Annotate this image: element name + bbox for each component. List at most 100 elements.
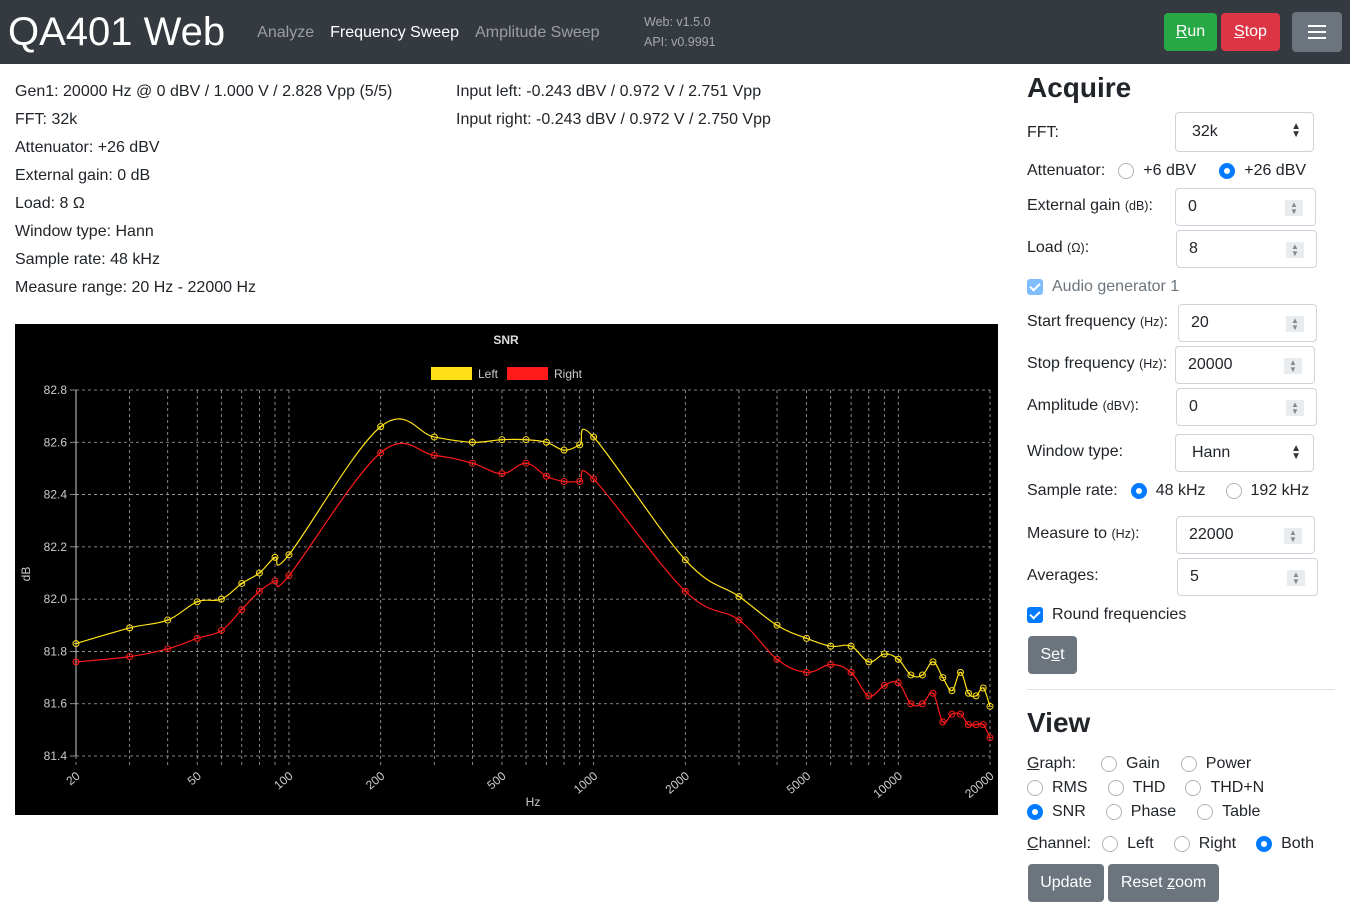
load-input[interactable]: 8 ▲ ▼ xyxy=(1176,230,1317,268)
channel-option-right[interactable]: Right xyxy=(1173,835,1237,853)
channel-left-radio[interactable] xyxy=(1102,836,1119,852)
attenuator-6-label: +6 dBV xyxy=(1143,162,1197,179)
nav-frequency-sweep[interactable]: Frequency Sweep xyxy=(322,24,467,42)
series-line-right xyxy=(75,442,991,738)
graph-snr-radio[interactable] xyxy=(1027,804,1043,820)
fft-status: FFT: 32k xyxy=(15,111,78,128)
y-tick-label: 81.6 xyxy=(44,697,68,711)
graph-power-radio[interactable] xyxy=(1180,756,1197,772)
channel-both-radio[interactable] xyxy=(1256,836,1273,852)
channel-option-both[interactable]: Both xyxy=(1256,835,1314,853)
navbar: QA401 Web Analyze Frequency Sweep Amplit… xyxy=(0,0,1350,64)
run-button[interactable]: Run xyxy=(1164,13,1217,51)
attenuator-26-option[interactable]: +26 dBV xyxy=(1219,162,1306,180)
round-frequencies-checkbox[interactable] xyxy=(1027,607,1043,623)
averages-input[interactable]: 5 ▲ ▼ xyxy=(1177,558,1318,596)
chart-svg[interactable]: SNR Left Right 82.8 82.6 82.4 82.2 82.0 81.8 81.6… xyxy=(15,324,998,815)
external-gain-input[interactable]: 0 ▲ ▼ xyxy=(1175,188,1316,226)
graph-gain-radio[interactable] xyxy=(1101,756,1117,772)
sample-rate-48-option[interactable]: 48 kHz xyxy=(1130,482,1206,500)
measure-to-input[interactable]: 22000 ▲ ▼ xyxy=(1176,516,1315,554)
graph-option-rms[interactable]: RMS xyxy=(1027,779,1088,797)
y-tick-label: 81.8 xyxy=(44,644,68,658)
graph-table-radio[interactable] xyxy=(1197,804,1214,820)
graph-phase-radio[interactable] xyxy=(1105,804,1122,820)
external-gain-status: External gain: 0 dB xyxy=(15,167,151,184)
audio-generator-option[interactable]: Audio generator 1 xyxy=(1027,278,1179,296)
graph-option-phase[interactable]: Phase xyxy=(1105,803,1177,821)
attenuator-26-radio[interactable] xyxy=(1219,163,1236,179)
stop-button[interactable]: Stop xyxy=(1221,13,1280,51)
nav-amplitude-sweep[interactable]: Amplitude Sweep xyxy=(467,24,608,42)
app-brand[interactable]: QA401 Web xyxy=(8,10,225,55)
start-frequency-input[interactable]: 20 ▲ ▼ xyxy=(1178,304,1317,342)
x-tick-label: 100 xyxy=(271,769,296,793)
sample-rate-status: Sample rate: 48 kHz xyxy=(15,251,160,268)
fft-label: FFT: xyxy=(1027,124,1059,141)
run-label: un xyxy=(1187,23,1206,40)
spinner-icon[interactable]: ▲ ▼ xyxy=(1286,242,1304,258)
stop-label: top xyxy=(1244,23,1267,40)
channel-option-left[interactable]: Left xyxy=(1102,835,1154,853)
x-tick-label: 50 xyxy=(185,769,204,789)
load-value: 8 xyxy=(1189,240,1198,257)
sample-rate-label: Sample rate: xyxy=(1027,482,1118,499)
sample-rate-192-option[interactable]: 192 kHz xyxy=(1225,482,1309,500)
round-frequencies-option[interactable]: Round frequencies xyxy=(1027,606,1186,624)
update-button[interactable]: Update xyxy=(1028,864,1104,902)
graph-option-table[interactable]: Table xyxy=(1197,803,1260,821)
graph-option-snr[interactable]: SNR xyxy=(1027,803,1086,821)
version-info: Web: v1.5.0 API: v0.9991 xyxy=(644,12,716,52)
spinner-icon[interactable]: ▲ ▼ xyxy=(1287,570,1305,586)
acquire-title: Acquire xyxy=(1027,72,1132,103)
channel-both-label: Both xyxy=(1281,835,1315,852)
y-tick-label: 81.4 xyxy=(44,749,68,763)
window-type-select[interactable]: Hann ▲ ▼ xyxy=(1175,434,1314,472)
averages-value: 5 xyxy=(1190,568,1199,585)
spinner-icon[interactable]: ▲ ▼ xyxy=(1286,316,1304,332)
api-version: API: v0.9991 xyxy=(644,35,716,49)
spinner-icon[interactable]: ▲ ▼ xyxy=(1284,528,1302,544)
attenuator-6-radio[interactable] xyxy=(1118,163,1135,179)
graph-option-gain[interactable]: Gain xyxy=(1101,755,1160,773)
channel-left-label: Left xyxy=(1127,835,1154,852)
sample-rate-192-radio[interactable] xyxy=(1225,483,1242,499)
amplitude-input[interactable]: 0 ▲ ▼ xyxy=(1176,388,1317,426)
set-button[interactable]: Set xyxy=(1028,636,1077,674)
external-gain-value: 0 xyxy=(1188,198,1197,215)
stop-frequency-value: 20000 xyxy=(1188,356,1233,373)
audio-generator-checkbox[interactable] xyxy=(1027,279,1043,295)
nav-analyze[interactable]: Analyze xyxy=(249,24,322,42)
y-tick-label: 82.0 xyxy=(44,592,68,606)
channel-right-label: Right xyxy=(1198,835,1237,852)
fft-select[interactable]: 32k ▲ ▼ xyxy=(1175,112,1314,152)
menu-button[interactable] xyxy=(1292,12,1342,52)
graph-option-thd[interactable]: THD xyxy=(1107,779,1165,797)
stop-frequency-input[interactable]: 20000 ▲ ▼ xyxy=(1175,346,1315,384)
y-tick-label: 82.4 xyxy=(44,488,68,502)
measure-to-label: Measure to (Hz): xyxy=(1027,525,1140,542)
window-type-value: Hann xyxy=(1192,444,1231,461)
graph-table-label: Table xyxy=(1222,803,1261,820)
graph-snr-label: SNR xyxy=(1052,803,1086,820)
graph-thd-radio[interactable] xyxy=(1107,780,1124,796)
load-status: Load: 8 Ω xyxy=(15,195,85,212)
spinner-icon[interactable]: ▲ ▼ xyxy=(1285,200,1303,216)
reset-zoom-button[interactable]: Reset zoom xyxy=(1108,864,1219,902)
averages-label: Averages: xyxy=(1027,567,1099,584)
spinner-icon[interactable]: ▲ ▼ xyxy=(1286,400,1304,416)
attenuator-6-option[interactable]: +6 dBV xyxy=(1118,162,1196,180)
graph-phase-label: Phase xyxy=(1130,803,1177,820)
x-tick-label: 500 xyxy=(484,769,509,793)
spinner-icon[interactable]: ▲ ▼ xyxy=(1284,358,1302,374)
graph-option-thdn[interactable]: THD+N xyxy=(1185,779,1264,797)
channel-label: Channel: xyxy=(1027,835,1092,852)
graph-option-power[interactable]: Power xyxy=(1180,755,1251,773)
sample-rate-48-label: 48 kHz xyxy=(1155,482,1206,499)
attenuator-26-label: +26 dBV xyxy=(1244,162,1307,179)
channel-right-radio[interactable] xyxy=(1173,836,1190,852)
sample-rate-48-radio[interactable] xyxy=(1130,483,1147,499)
graph-thdn-radio[interactable] xyxy=(1185,780,1202,796)
graph-rms-radio[interactable] xyxy=(1027,780,1043,796)
snr-chart[interactable]: SNR Left Right 82.8 82.6 82.4 82.2 82.0 81.8 81.6… xyxy=(15,324,998,815)
